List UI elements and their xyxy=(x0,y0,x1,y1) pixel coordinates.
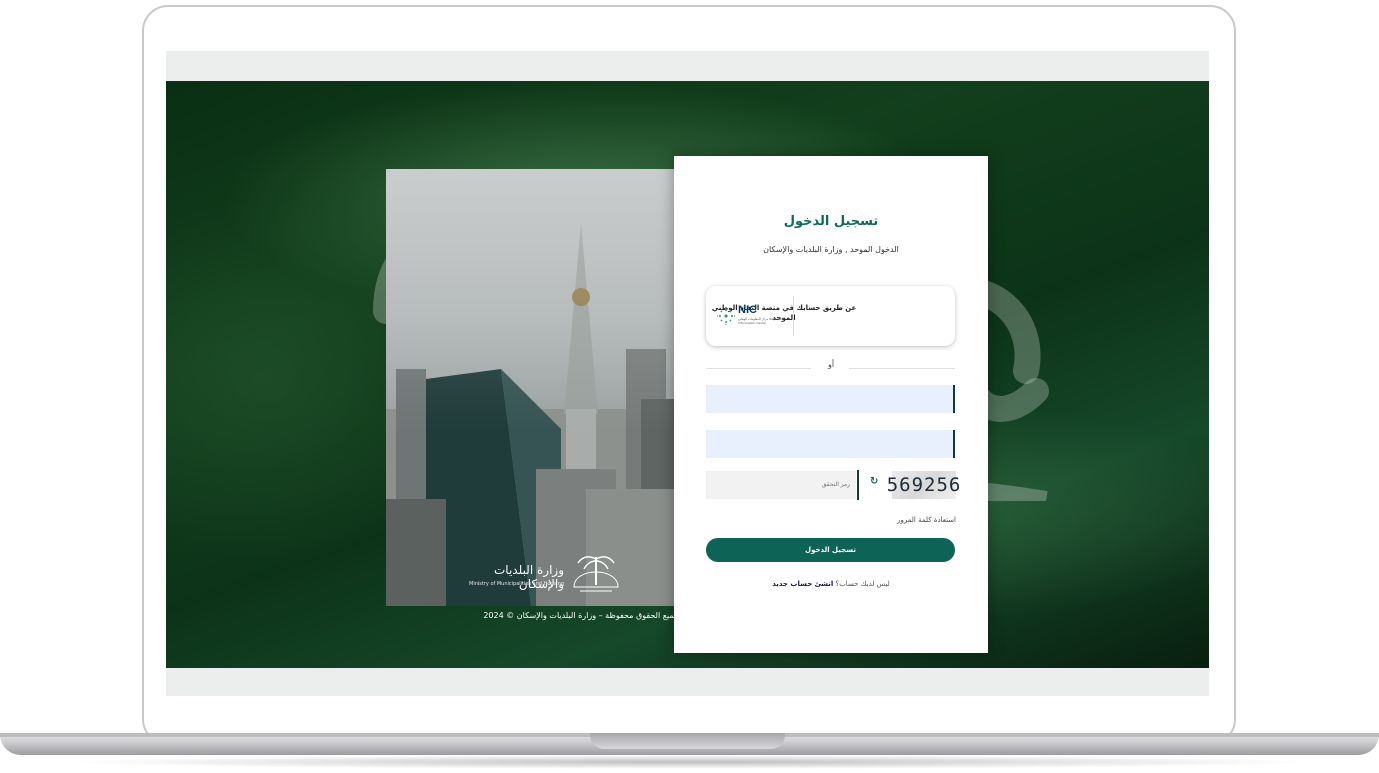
nafath-login-button[interactable]: عن طريق حسابك في منصة النفاذ الوطني المو… xyxy=(706,286,955,346)
register-row: ليس لديك حساب؟ انشئ حساب جديد xyxy=(674,580,988,588)
or-label: أو xyxy=(827,360,835,369)
password-input[interactable] xyxy=(706,430,955,458)
username-input[interactable] xyxy=(706,385,955,413)
nic-logo-icon xyxy=(716,306,736,326)
ministry-palm-logo xyxy=(573,556,619,592)
forgot-password-link[interactable]: استعادة كلمة المرور xyxy=(897,516,956,524)
nafath-divider xyxy=(793,296,794,336)
login-title: تسجيل الدخول xyxy=(783,214,879,229)
laptop-notch xyxy=(590,733,785,749)
create-account-link[interactable]: انشئ حساب جديد xyxy=(772,580,833,588)
copyright-text: جميع الحقوق محفوظة – وزارة البلديات والإ… xyxy=(483,611,679,620)
flag-background: وزارة البلديات والإسكان Ministry of Muni… xyxy=(166,81,1209,668)
browser-bottom-strip xyxy=(166,668,1209,696)
refresh-icon[interactable]: ↻ xyxy=(870,476,878,487)
login-subtitle: الدخول الموحد , وزارة البلديات والإسكان xyxy=(763,245,899,254)
city-photo: وزارة البلديات والإسكان Ministry of Muni… xyxy=(386,169,676,606)
ministry-name-en: Ministry of Municipalities and Housing xyxy=(469,581,564,587)
photo-haze xyxy=(386,169,676,606)
captcha-input[interactable] xyxy=(706,471,856,499)
captcha-image: 569256 xyxy=(887,471,960,499)
nic-logo-subtext: مركز المعلومات الوطني National Informati… xyxy=(738,317,782,325)
captcha-divider xyxy=(857,470,859,500)
login-button[interactable]: تسجيل الدخول xyxy=(706,538,955,562)
browser-top-strip xyxy=(166,51,1209,81)
no-account-text: ليس لديك حساب؟ xyxy=(835,580,890,588)
screen: وزارة البلديات والإسكان Ministry of Muni… xyxy=(166,51,1209,696)
login-card: تسجيل الدخول الدخول الموحد , وزارة البلد… xyxy=(674,156,988,653)
nic-logo-text: NIC xyxy=(738,304,757,316)
laptop-shadow xyxy=(60,755,1320,769)
